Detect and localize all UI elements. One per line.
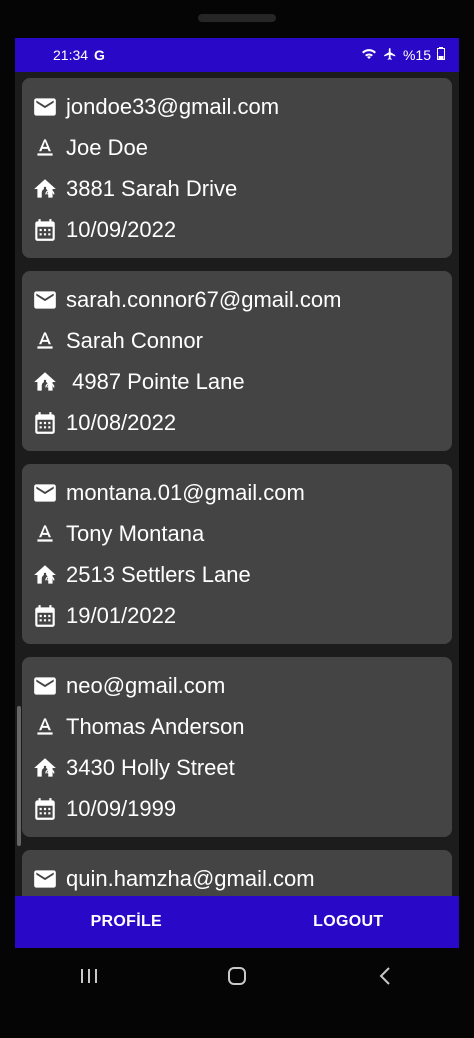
card-name-text: Thomas Anderson <box>66 713 245 739</box>
airplane-icon <box>383 47 397 64</box>
status-bar: 21:34 G %15 <box>15 38 459 72</box>
back-chevron-icon <box>379 967 390 985</box>
card-email-text: quin.hamzha@gmail.com <box>66 865 315 891</box>
card-address-text: 2513 Settlers Lane <box>66 561 251 587</box>
calendar-icon <box>32 796 58 822</box>
home-icon <box>228 967 246 985</box>
recent-apps-button[interactable] <box>69 956 109 996</box>
card-name-text: Sarah Connor <box>66 327 203 353</box>
logout-button[interactable]: LOGOUT <box>289 905 407 939</box>
status-time: 21:34 <box>53 47 89 63</box>
card-row-address: 2513 Settlers Lane <box>32 554 452 595</box>
home-wifi-icon <box>32 755 58 781</box>
card-row-email: jondoe33@gmail.com <box>32 86 452 127</box>
home-button[interactable] <box>217 956 257 996</box>
home-wifi-icon <box>32 369 58 395</box>
card-date-text: 10/09/2022 <box>66 216 177 242</box>
card-name-text: Joe Doe <box>66 134 148 160</box>
card-row-date: 10/09/1999 <box>32 788 452 829</box>
google-g-icon: G <box>94 47 105 63</box>
email-icon <box>32 866 58 892</box>
bottom-action-bar: PROFİLE LOGOUT <box>15 896 459 948</box>
status-right: %15 <box>361 47 445 64</box>
card-email-text: neo@gmail.com <box>66 672 226 698</box>
card-date-text: 10/09/1999 <box>66 795 177 821</box>
system-navigation-bar <box>15 948 459 1004</box>
card-row-date: 10/09/2022 <box>32 209 452 250</box>
card-row-name: Sarah Connor <box>32 320 452 361</box>
card-row-address: 3430 Holly Street <box>32 747 452 788</box>
user-card[interactable]: montana.01@gmail.com Tony Montana 2513 Set… <box>22 464 452 644</box>
email-icon <box>32 94 58 120</box>
home-wifi-icon <box>32 176 58 202</box>
user-card[interactable]: sarah.connor67@gmail.com Sarah Connor 498… <box>22 271 452 451</box>
card-email-text: sarah.connor67@gmail.com <box>66 286 342 312</box>
card-row-name: Joe Doe <box>32 127 452 168</box>
text-format-icon <box>32 521 58 547</box>
card-row-name: Tony Montana <box>32 513 452 554</box>
email-icon <box>32 480 58 506</box>
card-email-text: montana.01@gmail.com <box>66 479 305 505</box>
card-row-address: 4987 Pointe Lane <box>32 361 452 402</box>
phone-frame: 21:34 G %15 jondoe33@gmail.com Joe Doe 388… <box>0 0 474 1038</box>
card-email-text: jondoe33@gmail.com <box>66 93 280 119</box>
card-row-email: quin.hamzha@gmail.com <box>32 858 452 899</box>
card-address-text: 3430 Holly Street <box>66 754 235 780</box>
card-row-email: montana.01@gmail.com <box>32 472 452 513</box>
app-screen: 21:34 G %15 jondoe33@gmail.com Joe Doe 388… <box>15 38 459 948</box>
card-row-date: 19/01/2022 <box>32 595 452 636</box>
card-row-name: Thomas Anderson <box>32 706 452 747</box>
battery-icon <box>437 47 445 63</box>
card-address-text: 4987 Pointe Lane <box>66 368 245 394</box>
text-format-icon <box>32 714 58 740</box>
home-wifi-icon <box>32 562 58 588</box>
card-row-email: sarah.connor67@gmail.com <box>32 279 452 320</box>
card-name-text: Tony Montana <box>66 520 205 546</box>
email-icon <box>32 287 58 313</box>
card-address-text: 3881 Sarah Drive <box>66 175 238 201</box>
card-row-email: neo@gmail.com <box>32 665 452 706</box>
profile-button[interactable]: PROFİLE <box>67 905 186 939</box>
wifi-icon <box>361 47 377 64</box>
card-date-text: 19/01/2022 <box>66 602 177 628</box>
recent-apps-icon <box>81 969 97 983</box>
text-format-icon <box>32 328 58 354</box>
email-icon <box>32 673 58 699</box>
battery-text: %15 <box>402 47 431 63</box>
calendar-icon <box>32 217 58 243</box>
status-left: 21:34 G <box>53 47 105 63</box>
back-button[interactable] <box>365 956 405 996</box>
calendar-icon <box>32 603 58 629</box>
card-row-address: 3881 Sarah Drive <box>32 168 452 209</box>
user-card-list[interactable]: jondoe33@gmail.com Joe Doe 3881 Sarah Driv… <box>22 78 452 948</box>
calendar-icon <box>32 410 58 436</box>
speaker-grille <box>198 14 276 22</box>
card-row-date: 10/08/2022 <box>32 402 452 443</box>
scrollbar[interactable] <box>17 706 21 846</box>
user-card[interactable]: neo@gmail.com Thomas Anderson 3430 Holly S… <box>22 657 452 837</box>
user-card[interactable]: jondoe33@gmail.com Joe Doe 3881 Sarah Driv… <box>22 78 452 258</box>
card-date-text: 10/08/2022 <box>66 409 177 435</box>
text-format-icon <box>32 135 58 161</box>
